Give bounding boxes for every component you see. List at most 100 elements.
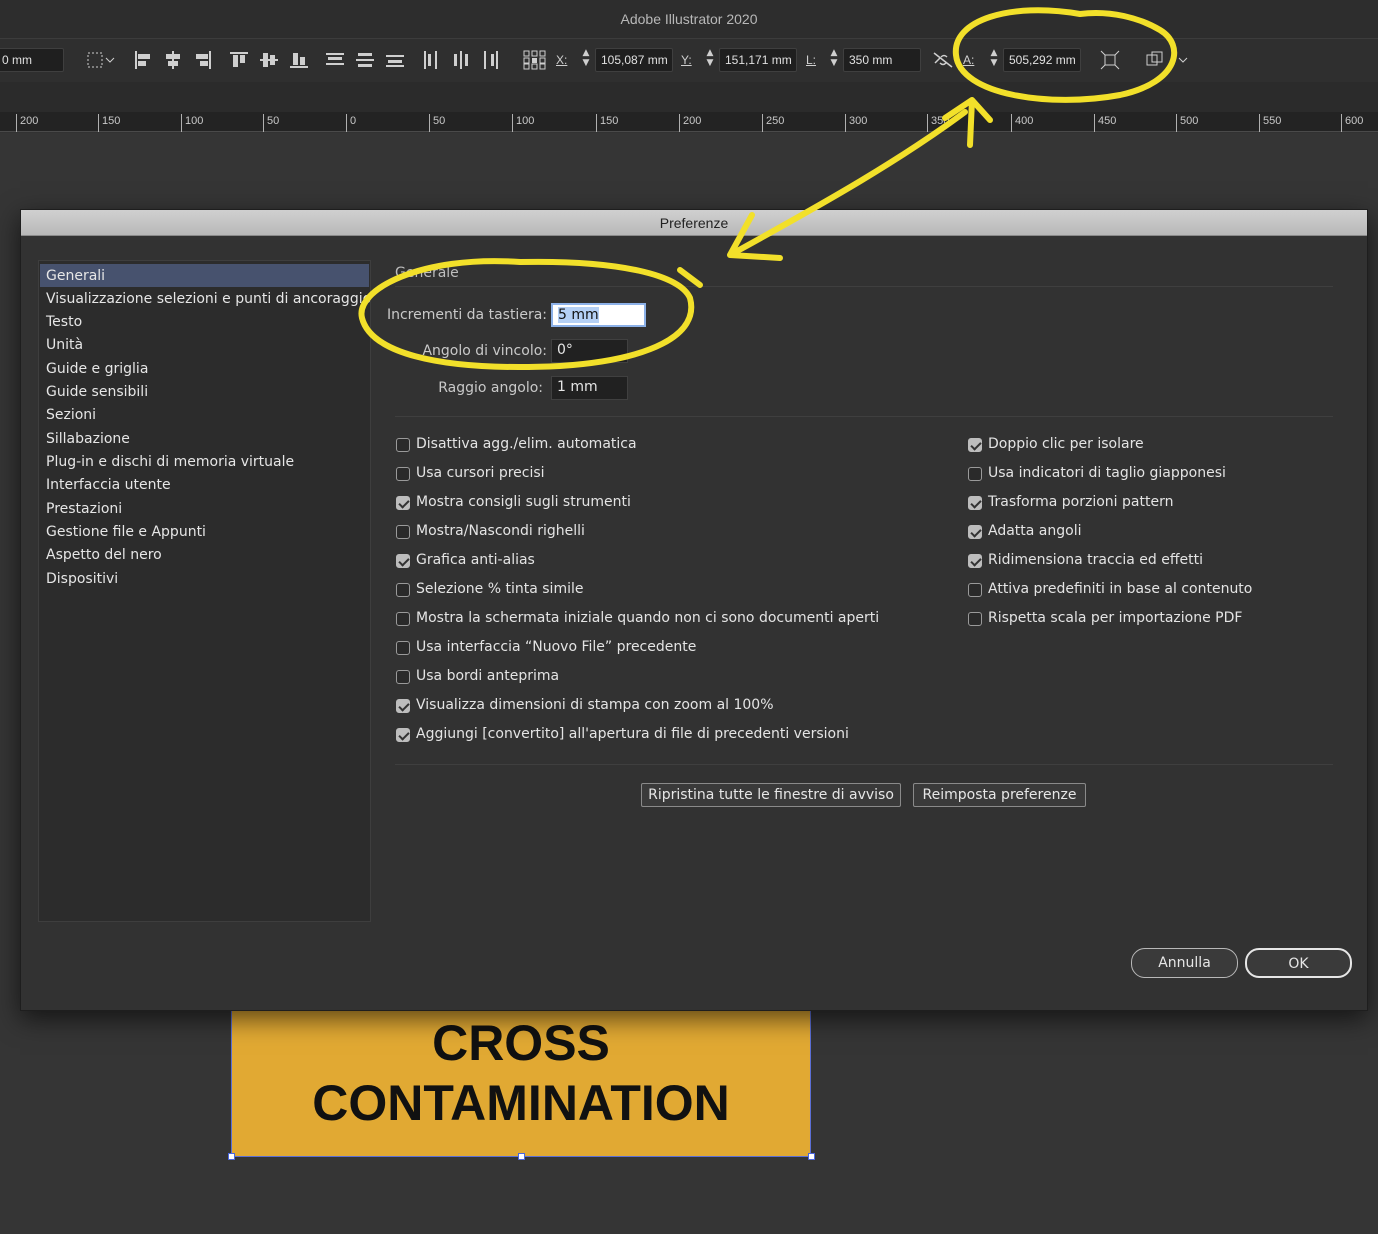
checkbox-box[interactable] (968, 496, 982, 510)
transform-icon[interactable] (1100, 50, 1120, 70)
y-label: Y: (681, 53, 692, 67)
selection-handle[interactable] (228, 1153, 235, 1160)
reset-warnings-button[interactable]: Ripristina tutte le finestre di avviso (641, 783, 901, 807)
width-stepper[interactable]: ▲ ▼ (826, 48, 842, 72)
preferences-sidebar: Generali Visualizzazione selezioni e pun… (38, 260, 371, 922)
checkbox-box[interactable] (396, 670, 410, 684)
app-title: Adobe Illustrator 2020 (620, 11, 758, 27)
checkbox-label: Doppio clic per isolare (988, 436, 1144, 452)
sidebar-item-generali[interactable]: Generali (40, 264, 369, 287)
corner-radius-input[interactable]: 1 mm (551, 376, 628, 400)
dialog-titlebar[interactable]: Preferenze (21, 210, 1367, 236)
sidebar-item-plug-in[interactable]: Plug-in e dischi di memoria virtuale (40, 450, 369, 473)
width-label: L: (806, 53, 817, 67)
link-proportions-icon[interactable] (932, 50, 954, 70)
checkbox-box[interactable] (396, 496, 410, 510)
checkbox-box[interactable] (396, 728, 410, 742)
checkbox-label: Selezione % tinta simile (416, 581, 584, 597)
cancel-button[interactable]: Annulla (1131, 948, 1238, 978)
y-field[interactable]: 151,171 mm (719, 48, 797, 72)
width-field[interactable]: 350 mm (843, 48, 921, 72)
reset-preferences-button[interactable]: Reimposta preferenze (913, 783, 1086, 807)
sidebar-item-aspetto-nero[interactable]: Aspetto del nero (40, 543, 369, 566)
arrange-menu-icon[interactable] (1145, 50, 1191, 70)
keyboard-increment-input[interactable]: 5 mm (551, 303, 646, 327)
x-stepper[interactable]: ▲ ▼ (578, 48, 594, 72)
checkbox-label: Mostra consigli sugli strumenti (416, 494, 631, 510)
checkbox-box[interactable] (396, 583, 410, 597)
height-field[interactable]: 505,292 mm (1003, 48, 1081, 72)
sidebar-item-dispositivi[interactable]: Dispositivi (40, 567, 369, 590)
checkbox-label: Mostra la schermata iniziale quando non … (416, 610, 880, 626)
ruler-tick-label: 250 (762, 114, 784, 132)
constrain-angle-input[interactable]: 0° (551, 339, 628, 363)
sidebar-item-gestione-file[interactable]: Gestione file e Appunti (40, 520, 369, 543)
y-stepper[interactable]: ▲ ▼ (702, 48, 718, 72)
distribute-center-icon[interactable] (355, 50, 375, 70)
ruler-tick-label: 100 (181, 114, 203, 132)
distribute-bottom-icon[interactable] (385, 50, 405, 70)
ruler-tick-label: 500 (1176, 114, 1198, 132)
distribute-right-icon[interactable] (481, 50, 501, 70)
sidebar-item-unita[interactable]: Unità (40, 333, 369, 356)
fields-divider (395, 416, 1333, 417)
reference-point-icon[interactable] (522, 50, 546, 70)
checkbox-box[interactable] (396, 641, 410, 655)
sidebar-item-visualizzazione-selezioni[interactable]: Visualizzazione selezioni e punti di anc… (40, 287, 370, 310)
checkbox-box[interactable] (968, 438, 982, 452)
selection-handle[interactable] (808, 1153, 815, 1160)
checkbox-label: Grafica anti-alias (416, 552, 535, 568)
x-field[interactable]: 105,087 mm (595, 48, 673, 72)
ruler-tick-label: 150 (596, 114, 618, 132)
align-to-selection-icon[interactable] (86, 50, 116, 70)
ruler-tick-label: 150 (98, 114, 120, 132)
checkbox-box[interactable] (968, 467, 982, 481)
align-left-icon[interactable] (133, 50, 153, 70)
checkbox-box[interactable] (968, 583, 982, 597)
sidebar-item-interfaccia-utente[interactable]: Interfaccia utente (40, 473, 369, 496)
ok-button[interactable]: OK (1245, 948, 1352, 978)
selection-handle[interactable] (518, 1153, 525, 1160)
checkbox-label: Attiva predefiniti in base al contenuto (988, 581, 1253, 597)
control-toolbar: 0 mm X: ▲ ▼ 105,087 mm Y: ▲ ▼ 151,171 mm L… (0, 38, 1378, 82)
stroke-weight-field[interactable]: 0 mm (0, 48, 64, 72)
sidebar-item-sezioni[interactable]: Sezioni (40, 403, 369, 426)
selected-artwork-label[interactable]: CROSS CONTAMINATION (228, 1010, 815, 1160)
checkbox-box[interactable] (396, 554, 410, 568)
sidebar-item-guide-griglia[interactable]: Guide e griglia (40, 357, 369, 380)
align-center-horizontal-icon[interactable] (163, 50, 183, 70)
checkbox-label: Aggiungi [convertito] all'apertura di fi… (416, 726, 849, 742)
checkbox-label: Rispetta scala per importazione PDF (988, 610, 1243, 626)
checkbox-box[interactable] (396, 699, 410, 713)
distribute-top-icon[interactable] (325, 50, 345, 70)
ruler-tick-label: 50 (263, 114, 279, 132)
align-bottom-icon[interactable] (289, 50, 309, 70)
ruler-tick-label: 200 (16, 114, 38, 132)
checkbox-box[interactable] (396, 438, 410, 452)
align-center-vertical-icon[interactable] (259, 50, 279, 70)
ruler-tick-label: 50 (429, 114, 445, 132)
distribute-left-icon[interactable] (421, 50, 441, 70)
checkbox-box[interactable] (396, 612, 410, 626)
align-right-icon[interactable] (193, 50, 213, 70)
keyboard-increment-value: 5 mm (558, 307, 599, 323)
checkbox-label: Usa bordi anteprima (416, 668, 560, 684)
checkbox-box[interactable] (968, 525, 982, 539)
checkbox-box[interactable] (968, 554, 982, 568)
sidebar-item-testo[interactable]: Testo (40, 310, 369, 333)
sidebar-item-guide-sensibili[interactable]: Guide sensibili (40, 380, 369, 403)
horizontal-ruler[interactable]: 200 150 100 50 0 50 100 150 200 250 300 … (0, 112, 1378, 132)
checkbox-label: Trasforma porzioni pattern (988, 494, 1174, 510)
checkbox-label: Mostra/Nascondi righelli (416, 523, 585, 539)
checkbox-box[interactable] (396, 525, 410, 539)
checkbox-box[interactable] (968, 612, 982, 626)
ruler-tick-label: 200 (679, 114, 701, 132)
checkbox-box[interactable] (396, 467, 410, 481)
sidebar-item-prestazioni[interactable]: Prestazioni (40, 497, 369, 520)
distribute-horizontal-center-icon[interactable] (451, 50, 471, 70)
title-bar: Adobe Illustrator 2020 (0, 0, 1378, 38)
align-top-icon[interactable] (229, 50, 249, 70)
height-stepper[interactable]: ▲ ▼ (986, 48, 1002, 72)
height-label: A: (963, 53, 975, 67)
sidebar-item-sillabazione[interactable]: Sillabazione (40, 427, 369, 450)
